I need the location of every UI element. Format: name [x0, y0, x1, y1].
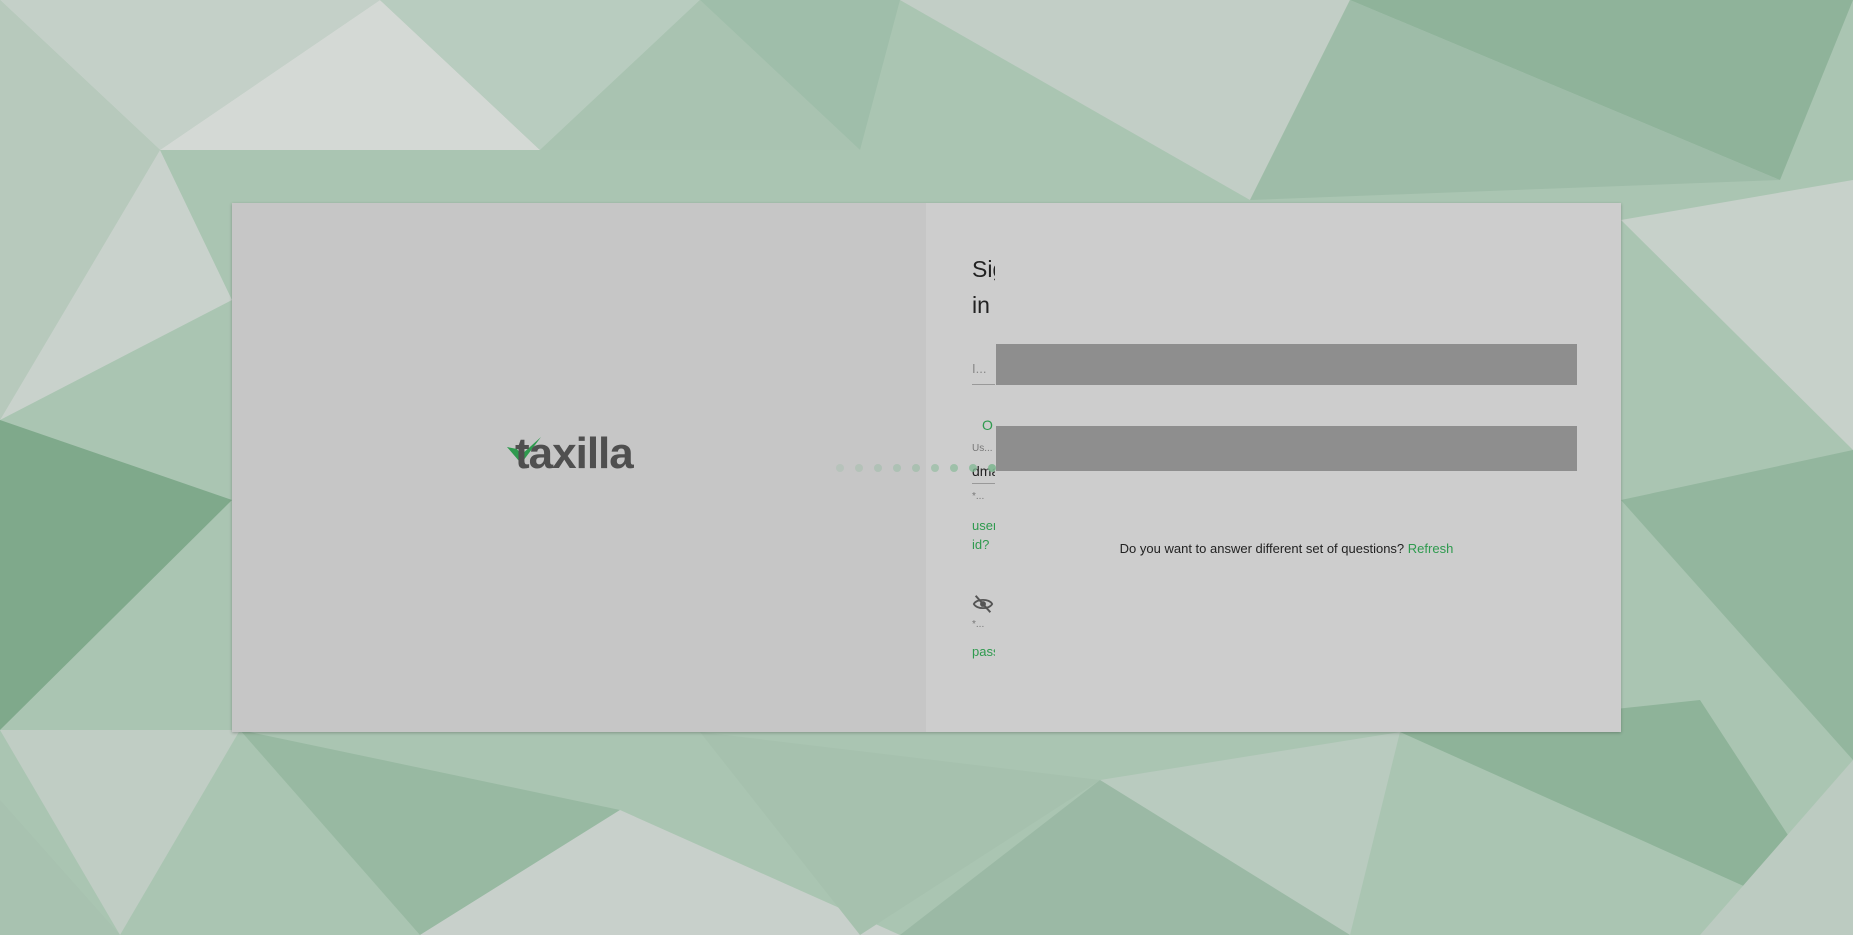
forgot-username-link[interactable]: user id? [972, 516, 995, 554]
identity-field[interactable]: I... [972, 353, 995, 385]
or-divider: O [982, 417, 993, 433]
logo-wordmark: taxilla [515, 429, 634, 478]
loader-dot [855, 464, 863, 472]
brand-panel: taxilla [232, 203, 926, 732]
loader-dot [836, 464, 844, 472]
signin-title: Sig in [972, 256, 995, 318]
change-questions-text: Do you want to answer different set of q… [1119, 541, 1405, 556]
taxilla-logo: taxilla [507, 429, 667, 479]
username-required-note: *... [972, 491, 985, 502]
refresh-questions-link[interactable]: Refresh [1408, 541, 1454, 556]
loader-dot [893, 464, 901, 472]
password-required-note: *... [972, 619, 985, 630]
security-answer-placeholder [996, 426, 1577, 471]
change-questions-prompt: Do you want to answer different set of q… [996, 541, 1577, 556]
loader-dot [931, 464, 939, 472]
security-question-placeholder [996, 344, 1577, 385]
forgot-password-link[interactable]: pass [972, 644, 995, 659]
loader-dot [950, 464, 958, 472]
loading-dots-icon [836, 462, 1016, 474]
loader-dot [912, 464, 920, 472]
loader-dot [969, 464, 977, 472]
loader-dot [874, 464, 882, 472]
loader-dot [988, 464, 996, 472]
username-label: Us... [972, 443, 993, 454]
eye-off-icon[interactable] [972, 593, 994, 615]
